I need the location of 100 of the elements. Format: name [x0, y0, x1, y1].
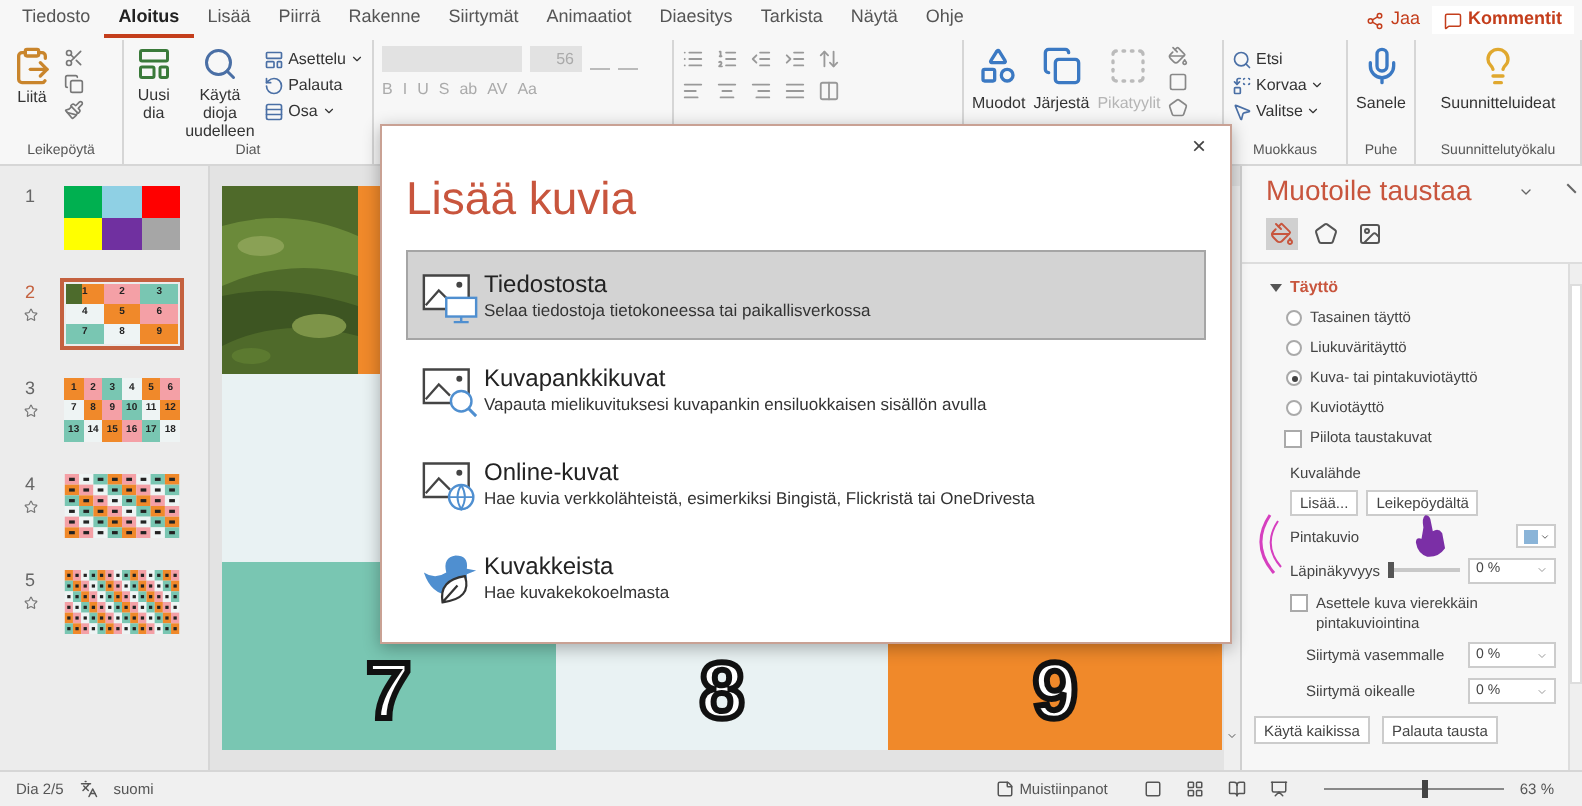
pointer-icon — [1232, 101, 1252, 121]
new-slide-button[interactable]: Uusi dia — [132, 46, 176, 122]
search-icon — [1232, 49, 1252, 69]
checkbox[interactable] — [1290, 594, 1308, 613]
notes-icon — [995, 780, 1014, 798]
pointing-hand-icon — [1414, 514, 1446, 558]
section-button[interactable]: Osa — [264, 98, 364, 124]
spinner-icon[interactable] — [1536, 649, 1548, 662]
reading-view-icon[interactable] — [1227, 780, 1246, 798]
section-icon — [264, 101, 285, 121]
indent-increase-icon[interactable] — [784, 48, 806, 70]
slide-layout-icon — [135, 46, 172, 82]
comments-button[interactable]: Kommentit — [1432, 6, 1574, 34]
slideshow-icon[interactable] — [1269, 780, 1288, 798]
indent-decrease-icon[interactable] — [750, 48, 772, 70]
style-icon — [1108, 46, 1149, 86]
radio-button[interactable] — [1286, 370, 1302, 386]
option-description: Selaa tiedostoja tietokoneessa tai paikallisverkossa — [484, 299, 871, 321]
spinner-icon[interactable] — [1536, 685, 1548, 698]
caret-icon — [321, 104, 336, 118]
cut-icon[interactable] — [64, 48, 84, 68]
slider-thumb[interactable] — [1388, 562, 1395, 579]
option-title: Online-kuvat — [484, 457, 621, 487]
paintbrush-icon[interactable] — [64, 100, 84, 120]
ribbon-tab[interactable]: Animaatiot — [532, 2, 646, 38]
numbering-icon[interactable] — [716, 48, 738, 70]
clipboard-icon — [12, 46, 52, 86]
search-icon — [201, 46, 238, 82]
zoom-thumb[interactable] — [1422, 780, 1429, 798]
shape-fill-icon[interactable] — [1168, 46, 1189, 66]
picture-source-option[interactable]: Tiedostosta Selaa tiedostoja tietokoneessa tai paikallisverkossa — [406, 250, 1206, 340]
find-button[interactable]: Etsi — [1232, 46, 1325, 72]
slide-thumbnail[interactable] — [60, 470, 184, 542]
caret-icon — [350, 52, 364, 66]
arrange-icon — [1041, 46, 1082, 86]
line-spacing-icon[interactable] — [818, 48, 840, 70]
drawing-button[interactable]: Muodot — [972, 46, 1026, 116]
ribbon-tab[interactable]: Diaesitys — [645, 2, 747, 38]
pane-tab[interactable] — [1266, 218, 1298, 250]
ribbon-tab[interactable]: Tarkista — [746, 2, 837, 38]
shape-outline-icon[interactable] — [1168, 72, 1189, 92]
spinner-icon[interactable] — [1536, 564, 1548, 577]
drawing-button[interactable]: Järjestä — [1033, 46, 1090, 116]
align-center-icon[interactable] — [716, 80, 738, 102]
checkbox[interactable] — [1284, 429, 1302, 447]
reset-button[interactable]: Palauta — [264, 72, 364, 98]
reset-icon — [264, 75, 285, 95]
slide-thumbnail[interactable] — [60, 182, 184, 254]
slider-track[interactable] — [1388, 568, 1460, 573]
ribbon-tab[interactable]: Siirtymät — [434, 2, 533, 38]
caret-icon — [1539, 531, 1549, 542]
option-description: Hae kuvia verkkolähteistä, esimerkiksi Bingistä, Flickristä tai OneDrivesta — [484, 487, 1035, 509]
columns-icon[interactable] — [818, 80, 840, 102]
thumbnail-pattern-drawing — [64, 474, 180, 538]
ribbon-tab[interactable]: Piirrä — [264, 2, 335, 38]
pane-tab[interactable] — [1354, 218, 1386, 250]
slide-number: 3 — [24, 376, 35, 402]
spelling-icon[interactable] — [79, 780, 98, 798]
pattern-picker[interactable] — [1516, 524, 1556, 549]
ribbon-tab[interactable]: Näytä — [836, 2, 912, 38]
copy-icon[interactable] — [64, 74, 84, 94]
option-title: Tiedostosta — [484, 269, 610, 299]
replace-icon — [1232, 75, 1252, 95]
scrollbar[interactable] — [1568, 264, 1582, 770]
select-button[interactable]: Valitse — [1232, 98, 1325, 124]
close-button[interactable]: × — [1183, 132, 1214, 158]
normal-view-icon[interactable] — [1143, 780, 1162, 798]
scroll-down-icon[interactable] — [1226, 730, 1238, 742]
slide-number: 5 — [24, 568, 35, 594]
radio-button[interactable] — [1286, 310, 1302, 326]
pattern-swatch-icon — [1523, 529, 1537, 544]
ribbon-tab[interactable]: Tiedosto — [8, 2, 105, 38]
slide-thumbnail[interactable] — [60, 566, 184, 638]
dictate-button[interactable]: Sanele — [1356, 46, 1406, 116]
paste-button[interactable]: Liitä — [8, 46, 56, 110]
design-ideas-button[interactable]: Suunnitteluideat — [1424, 46, 1572, 116]
replace-button[interactable]: Korvaa — [1232, 72, 1325, 98]
justify-icon[interactable] — [784, 80, 806, 102]
grid-view-icon[interactable] — [1185, 780, 1204, 798]
align-left-icon[interactable] — [682, 80, 704, 102]
option-description: Vapauta mielikuvituksesi kuvapankin ensiluokkaisen sisällön avulla — [484, 393, 987, 415]
comment-icon — [1444, 11, 1462, 29]
shape-effects-icon[interactable] — [1168, 98, 1189, 118]
pane-title: Muotoile taustaa — [1266, 172, 1472, 210]
radio-button[interactable] — [1286, 340, 1302, 356]
section-header[interactable]: Täyttö — [1270, 276, 1338, 300]
ribbon-tab[interactable]: Ohje — [911, 2, 978, 38]
pane-tab[interactable] — [1310, 218, 1342, 250]
slide-number: 1 — [24, 184, 35, 210]
reuse-slides-button[interactable]: Käytä dioja uudelleen — [183, 46, 257, 140]
ribbon-tab[interactable]: Lisää — [193, 2, 265, 38]
ribbon-tab[interactable]: Rakenne — [334, 2, 435, 38]
bullets-icon[interactable] — [682, 48, 704, 70]
layout-button[interactable]: Asettelu — [264, 46, 364, 72]
slide-number: 2 — [24, 280, 35, 306]
align-right-icon[interactable] — [750, 80, 772, 102]
layout-icon — [264, 49, 285, 69]
share-button[interactable]: Jaa — [1354, 6, 1432, 34]
paint-bucket-icon — [1270, 222, 1294, 246]
radio-button[interactable] — [1286, 400, 1302, 416]
